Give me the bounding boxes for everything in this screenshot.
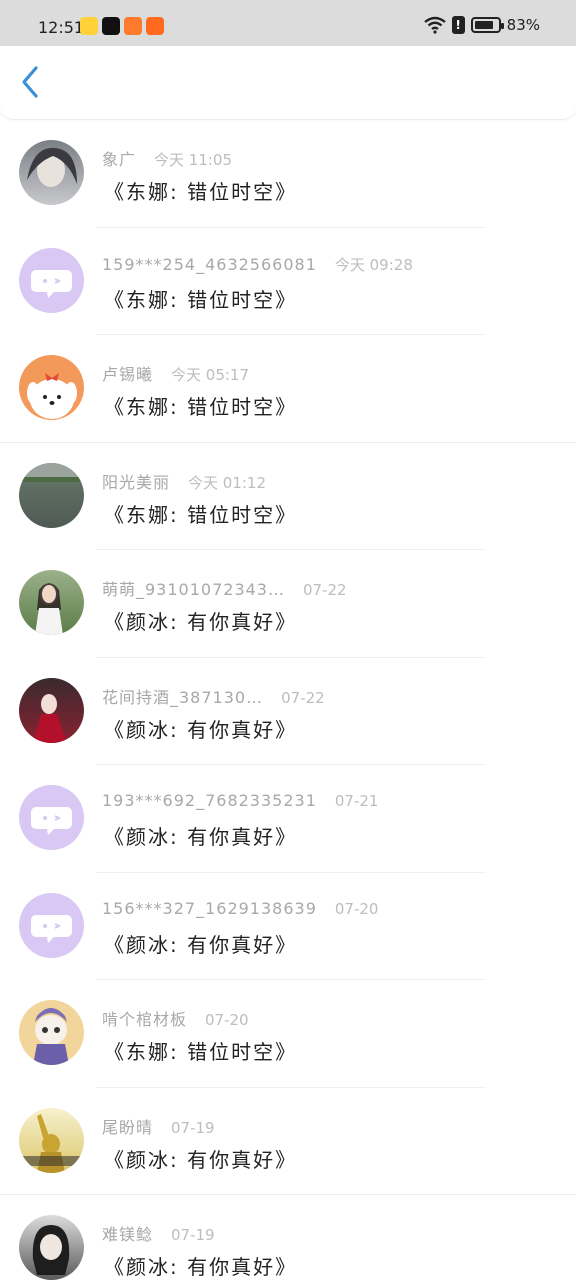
message-text: 《颜冰: 有你真好》	[104, 1147, 298, 1172]
battery-icon	[470, 17, 504, 33]
timestamp: 07-20	[334, 899, 379, 918]
list-item[interactable]: 萌萌_93101072343… 07-22 《颜冰: 有你真好》	[0, 550, 576, 658]
list-item[interactable]: 象广 今天 11:05 《东娜: 错位时空》	[0, 120, 576, 228]
timestamp: 07-20	[205, 1011, 249, 1029]
taobao-icon	[124, 17, 142, 35]
avatar	[19, 677, 84, 743]
message-text: 《东娜: 错位时空》	[104, 1040, 298, 1064]
item-header: 156***327_1629138639 07-20	[102, 899, 378, 918]
message-list: 象广 今天 11:05 《东娜: 错位时空》 159***254_4632566…	[0, 120, 576, 1280]
tiktok-icon	[102, 17, 120, 35]
message-text: 《东娜: 错位时空》	[104, 395, 298, 419]
avatar	[19, 355, 84, 420]
timestamp: 今天 05:17	[171, 366, 250, 384]
taobao-icon	[146, 17, 164, 35]
back-button[interactable]	[14, 60, 54, 104]
message-text: 《颜冰: 有你真好》	[104, 717, 298, 742]
user-name: 阳光美丽	[102, 472, 171, 492]
chat-bubble-icon	[19, 892, 84, 958]
list-item[interactable]: 159***254_4632566081 今天 09:28 《东娜: 错位时空》	[0, 228, 576, 335]
item-header: 花间持酒_387130… 07-22	[102, 684, 325, 708]
list-item[interactable]: 啃个棺材板 07-20 《东娜: 错位时空》	[0, 980, 576, 1088]
timestamp: 今天 01:12	[188, 473, 267, 492]
message-text: 《颜冰: 有你真好》	[104, 610, 298, 634]
status-time: 12:51	[38, 18, 85, 37]
wifi-icon	[423, 16, 446, 34]
user-name: 花间持酒_387130…	[102, 687, 264, 707]
qq-browser-icon	[80, 17, 98, 35]
status-indicators: ! 83%	[423, 16, 540, 34]
list-item[interactable]: 花间持酒_387130… 07-22 《颜冰: 有你真好》	[0, 658, 576, 765]
item-header: 卢锡曦 今天 05:17	[102, 361, 249, 385]
timestamp: 07-22	[281, 688, 325, 707]
item-header: 193***692_7682335231 07-21	[102, 791, 378, 810]
message-text: 《颜冰: 有你真好》	[104, 932, 298, 957]
user-name: 萌萌_93101072343…	[102, 580, 285, 599]
item-header: 象广 今天 11:05	[102, 146, 232, 170]
top-app-bar	[0, 46, 576, 120]
user-name: 159***254_4632566081	[102, 254, 317, 274]
list-item[interactable]: 尾盼晴 07-19 《颜冰: 有你真好》	[0, 1088, 576, 1195]
item-header: 啃个棺材板 07-20	[102, 1006, 249, 1030]
user-name: 193***692_7682335231	[102, 791, 317, 810]
status-app-icons	[80, 17, 164, 35]
item-header: 159***254_4632566081 今天 09:28	[102, 254, 413, 275]
user-name: 象广	[102, 150, 137, 169]
timestamp: 今天 11:05	[154, 151, 233, 169]
list-item[interactable]: 193***692_7682335231 07-21 《颜冰: 有你真好》	[0, 765, 576, 873]
item-header: 难镁鲶 07-19	[102, 1221, 215, 1245]
list-item[interactable]: 难镁鲶 07-19 《颜冰: 有你真好》	[0, 1195, 576, 1280]
timestamp: 今天 09:28	[334, 255, 413, 274]
avatar	[19, 1107, 84, 1173]
avatar	[19, 462, 84, 528]
timestamp: 07-19	[171, 1118, 215, 1137]
item-header: 萌萌_93101072343… 07-22	[102, 576, 347, 600]
message-text: 《颜冰: 有你真好》	[104, 1255, 298, 1279]
chat-bubble-icon	[19, 785, 84, 850]
message-text: 《东娜: 错位时空》	[104, 180, 298, 204]
message-text: 《东娜: 错位时空》	[104, 502, 298, 527]
user-name: 156***327_1629138639	[102, 898, 317, 918]
message-text: 《颜冰: 有你真好》	[104, 825, 298, 849]
avatar	[19, 1215, 84, 1280]
notification-alert-icon: !	[451, 16, 465, 34]
battery-percent: 83%	[506, 16, 540, 34]
timestamp: 07-22	[302, 581, 347, 599]
item-header: 尾盼晴 07-19	[102, 1114, 215, 1138]
status-bar: 12:51 ! 83%	[0, 0, 576, 46]
chevron-left-icon	[22, 66, 38, 98]
message-text: 《东娜: 错位时空》	[104, 287, 298, 312]
item-header: 阳光美丽 今天 01:12	[102, 469, 266, 493]
avatar	[19, 570, 84, 635]
avatar	[19, 140, 84, 205]
list-item[interactable]: 156***327_1629138639 07-20 《颜冰: 有你真好》	[0, 873, 576, 980]
user-name: 尾盼晴	[102, 1117, 154, 1137]
user-name: 啃个棺材板	[102, 1010, 188, 1029]
user-name: 卢锡曦	[102, 365, 154, 384]
timestamp: 07-19	[171, 1226, 215, 1244]
list-item[interactable]: 卢锡曦 今天 05:17 《东娜: 错位时空》	[0, 335, 576, 443]
avatar	[19, 1000, 84, 1065]
chat-bubble-icon	[19, 247, 84, 313]
list-item[interactable]: 阳光美丽 今天 01:12 《东娜: 错位时空》	[0, 443, 576, 550]
user-name: 难镁鲶	[102, 1225, 154, 1244]
timestamp: 07-21	[334, 792, 379, 810]
